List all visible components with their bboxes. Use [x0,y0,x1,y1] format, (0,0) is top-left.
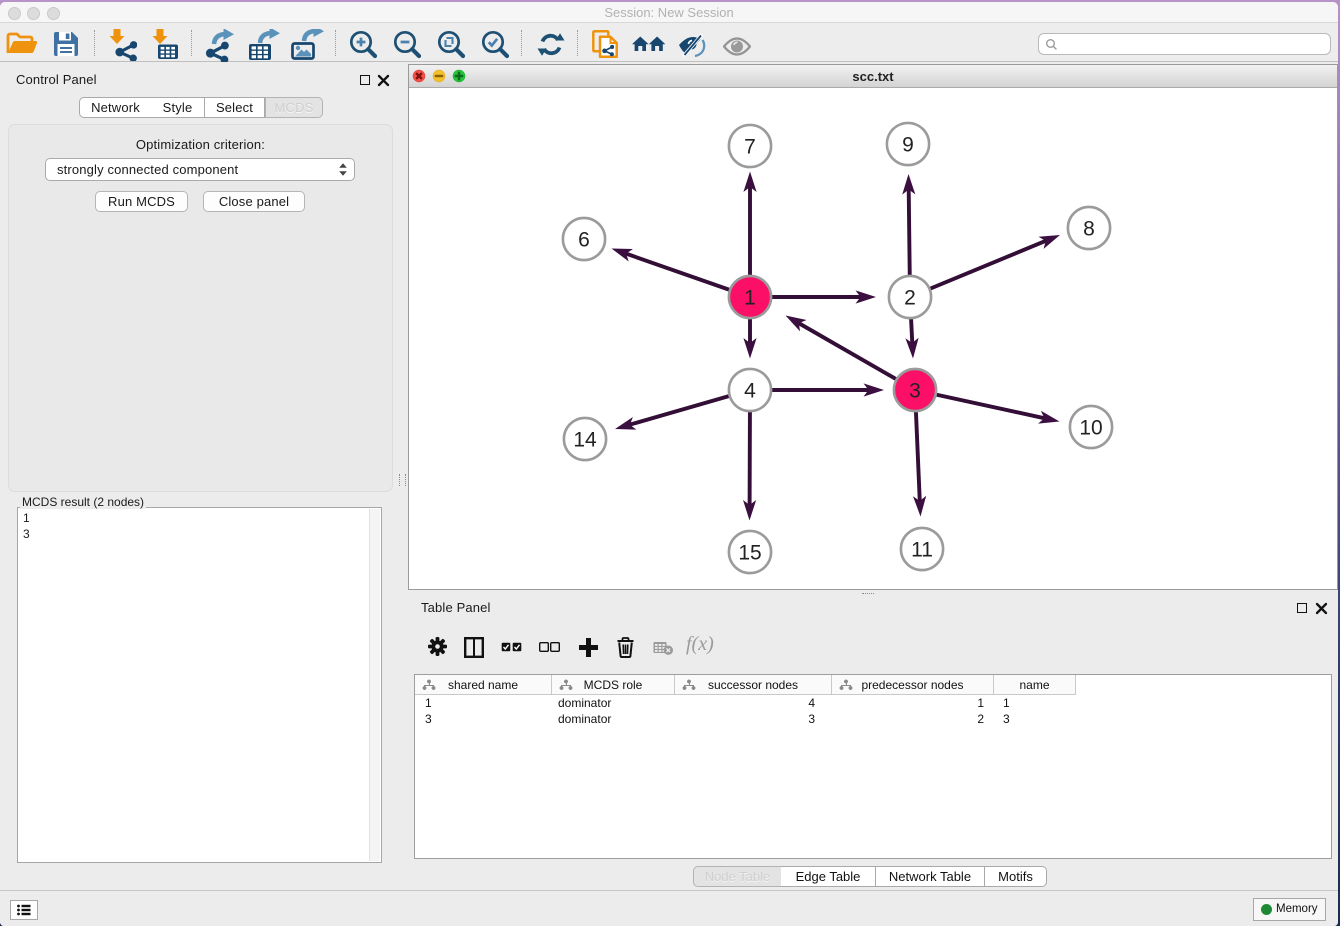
svg-text:11: 11 [911,539,933,562]
svg-text:10: 10 [1079,417,1102,440]
svg-text:4: 4 [744,380,756,403]
svg-text:14: 14 [573,429,597,452]
svg-text:9: 9 [902,134,914,157]
svg-text:2: 2 [904,287,916,310]
svg-text:8: 8 [1083,218,1095,241]
svg-text:6: 6 [578,229,590,252]
svg-text:3: 3 [909,380,921,403]
svg-text:7: 7 [744,136,756,159]
svg-text:1: 1 [744,287,756,310]
svg-text:15: 15 [738,542,761,565]
